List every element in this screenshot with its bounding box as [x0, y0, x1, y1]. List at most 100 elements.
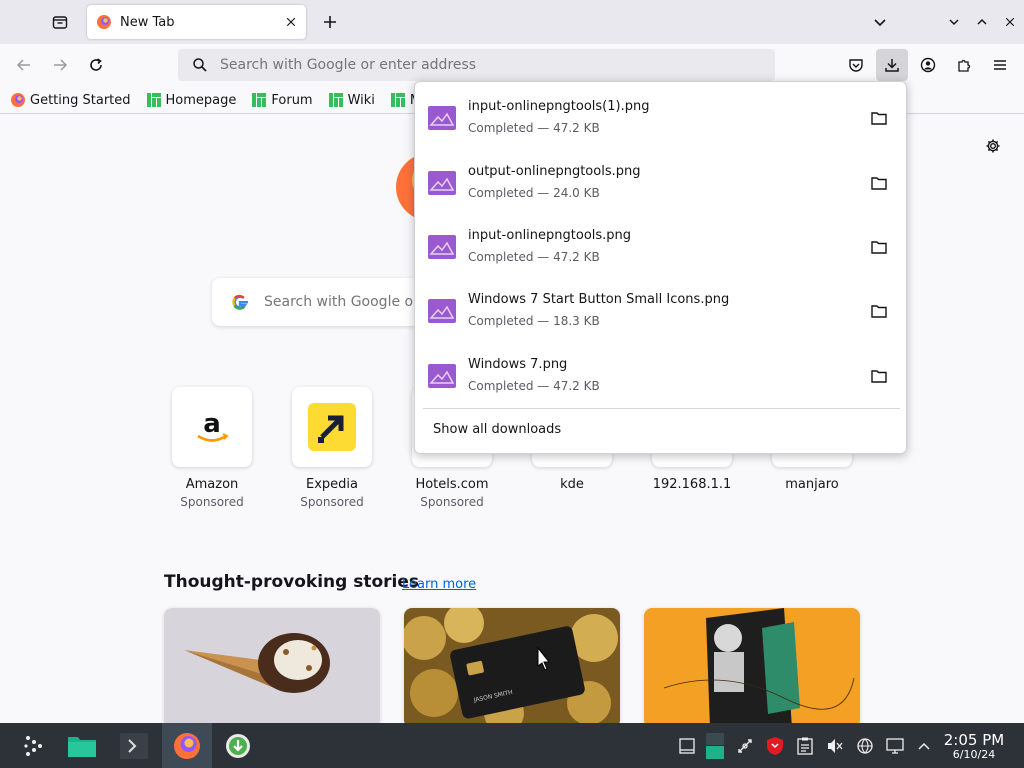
story-card[interactable]	[644, 608, 860, 723]
sponsored-label: Sponsored	[300, 495, 364, 509]
chevron-down-icon	[874, 19, 886, 27]
arrow-left-icon	[16, 59, 30, 71]
story-card[interactable]: JASON SMITH	[404, 608, 620, 723]
arrow-right-icon	[54, 59, 68, 71]
downloads-button[interactable]	[876, 49, 908, 81]
top-site-expedia[interactable]: Expedia Sponsored	[272, 387, 392, 509]
download-item[interactable]: input-onlinepngtools.png Completed — 47.…	[415, 211, 906, 275]
download-item[interactable]: Windows 7.png Completed — 47.2 KB	[415, 340, 906, 404]
folder-icon	[871, 241, 887, 254]
show-in-folder-button[interactable]	[867, 364, 891, 388]
folder-icon	[68, 736, 96, 757]
download-item[interactable]: input-onlinepngtools(1).png Completed — …	[415, 82, 906, 146]
url-bar[interactable]	[178, 49, 775, 81]
image-file-icon	[428, 106, 456, 130]
site-name: kde	[560, 477, 584, 492]
pocket-icon	[849, 59, 863, 72]
tab-close-button[interactable]	[280, 11, 302, 33]
site-tile[interactable]	[292, 387, 372, 467]
terminal-icon	[120, 732, 148, 759]
download-filename: Windows 7 Start Button Small Icons.png	[468, 292, 730, 307]
window-maximize-button[interactable]	[968, 8, 996, 36]
account-button[interactable]	[914, 51, 942, 79]
manjaro-icon	[146, 93, 161, 107]
top-site-amazon[interactable]: a Amazon Sponsored	[152, 387, 272, 509]
folder-icon	[871, 177, 887, 190]
show-in-folder-button[interactable]	[867, 106, 891, 130]
taskbar-files[interactable]	[60, 723, 104, 768]
chevron-up-icon	[918, 742, 930, 750]
site-tile[interactable]: a	[172, 387, 252, 467]
bookmark-label: Forum	[271, 92, 313, 108]
window-minimize-button[interactable]	[940, 8, 968, 36]
bookmark-label: Homepage	[165, 92, 237, 108]
download-icon	[226, 733, 250, 758]
image-file-icon	[428, 364, 456, 388]
list-all-tabs-button[interactable]	[866, 8, 894, 36]
bookmark-homepage[interactable]: Homepage	[136, 86, 242, 113]
tray-display[interactable]	[884, 723, 906, 768]
window-icon	[679, 737, 695, 754]
back-button[interactable]	[10, 51, 38, 79]
tray-notes[interactable]	[676, 723, 698, 768]
tray-network[interactable]	[854, 723, 876, 768]
folder-icon	[871, 370, 887, 383]
extensions-button[interactable]	[950, 51, 978, 79]
forward-button[interactable]	[46, 51, 74, 79]
monitor-icon	[886, 737, 904, 754]
firefox-icon	[97, 15, 111, 29]
app-launcher-button[interactable]	[14, 723, 54, 768]
downloads-panel: input-onlinepngtools(1).png Completed — …	[414, 81, 907, 454]
story-image-ice-cream	[164, 608, 380, 723]
taskbar-firefox[interactable]	[162, 723, 212, 768]
app-menu-button[interactable]	[986, 51, 1014, 79]
download-item[interactable]: Windows 7 Start Button Small Icons.png C…	[415, 275, 906, 339]
show-in-folder-button[interactable]	[867, 235, 891, 259]
download-filename: input-onlinepngtools(1).png	[468, 99, 650, 114]
tray-expand[interactable]	[912, 723, 936, 768]
folder-icon	[871, 305, 887, 318]
learn-more-link[interactable]: Learn more	[402, 577, 476, 592]
bookmark-getting-started[interactable]: Getting Started	[0, 86, 136, 113]
google-icon	[232, 294, 248, 310]
site-name: Hotels.com	[415, 477, 489, 492]
bookmark-forum[interactable]: Forum	[241, 86, 317, 113]
globe-icon	[857, 737, 873, 754]
pocket-button[interactable]	[842, 51, 870, 79]
tray-desktop[interactable]	[704, 723, 726, 768]
personalize-button[interactable]	[979, 132, 1007, 160]
tray-security[interactable]	[764, 723, 786, 768]
sponsored-label: Sponsored	[180, 495, 244, 509]
download-filename: input-onlinepngtools.png	[468, 228, 632, 243]
clock-date[interactable]: 6/10/24	[940, 748, 1008, 761]
show-in-folder-button[interactable]	[867, 171, 891, 195]
tray-volume[interactable]	[824, 723, 846, 768]
bookmark-wiki[interactable]: Wiki	[318, 86, 380, 113]
download-icon	[885, 59, 899, 72]
url-input[interactable]	[220, 57, 740, 73]
shield-icon	[767, 736, 783, 755]
new-tab-button[interactable]	[316, 8, 344, 36]
image-file-icon	[428, 235, 456, 259]
manjaro-icon	[328, 93, 343, 107]
show-in-folder-button[interactable]	[867, 299, 891, 323]
story-card[interactable]	[164, 608, 380, 723]
reload-button[interactable]	[82, 51, 110, 79]
taskbar-updater[interactable]	[216, 723, 260, 768]
show-all-downloads-button[interactable]: Show all downloads	[433, 422, 561, 437]
tab-bar: New Tab	[0, 0, 1024, 44]
tray-clipboard[interactable]	[794, 723, 816, 768]
sponsored-label: Sponsored	[420, 495, 484, 509]
taskbar-terminal[interactable]	[112, 723, 156, 768]
divider	[423, 408, 900, 409]
tray-connect[interactable]	[734, 723, 756, 768]
close-icon	[1005, 17, 1015, 27]
manjaro-icon	[252, 93, 267, 107]
window-close-button[interactable]	[996, 8, 1024, 36]
firefox-icon	[11, 93, 25, 107]
download-item[interactable]: output-onlinepngtools.png Completed — 24…	[415, 147, 906, 211]
search-icon	[193, 58, 207, 72]
firefox-view-button[interactable]	[46, 8, 74, 36]
clock-time[interactable]: 2:05 PM	[940, 731, 1008, 749]
tab-new-tab[interactable]: New Tab	[87, 5, 306, 39]
